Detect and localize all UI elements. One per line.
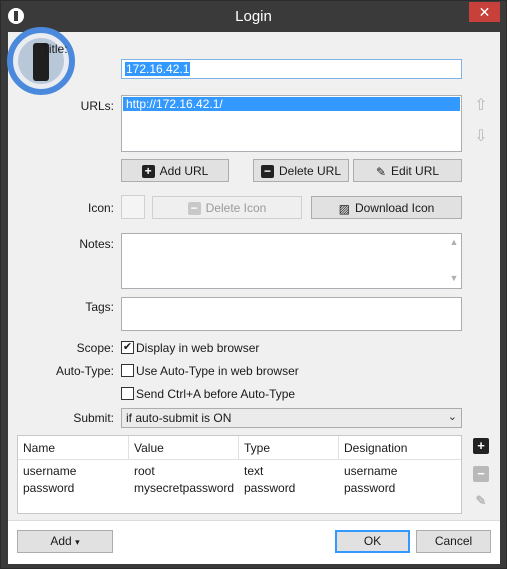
window-title: Login bbox=[235, 8, 272, 25]
autotype-label: Auto-Type: bbox=[55, 364, 114, 378]
notes-textarea[interactable]: ▲ ▼ bbox=[121, 233, 462, 289]
edit-url-button[interactable]: ✎ Edit URL bbox=[353, 159, 462, 182]
dialog-footer: Add ▾ OK Cancel bbox=[8, 520, 500, 564]
fields-table[interactable]: Name Value Type Designation username roo… bbox=[17, 435, 462, 514]
tags-label: Tags: bbox=[85, 300, 114, 314]
title-input-value: 172.16.42.1 bbox=[125, 62, 191, 76]
add-url-label: Add URL bbox=[159, 164, 209, 178]
scope-label: Scope: bbox=[76, 341, 114, 355]
pencil-icon: ✎ bbox=[375, 164, 387, 179]
table-cell[interactable]: text bbox=[239, 464, 263, 478]
remove-field-minus-icon[interactable]: − bbox=[473, 466, 489, 482]
column-header-designation[interactable]: Designation bbox=[339, 436, 461, 460]
icon-label: Icon: bbox=[87, 201, 114, 215]
urls-label: URLs: bbox=[80, 99, 114, 113]
url-list-item[interactable]: http://172.16.42.1/ bbox=[123, 97, 460, 111]
minus-icon: − bbox=[187, 202, 201, 216]
add-url-button[interactable]: + Add URL bbox=[121, 159, 229, 182]
login-dialog-window: Login ✕ Title: 172.16.42.1 URLs: http://… bbox=[0, 0, 507, 569]
table-cell[interactable]: root bbox=[129, 464, 155, 478]
caret-down-icon: ▾ bbox=[75, 537, 80, 547]
ctrl-a-option-label[interactable]: Send Ctrl+A before Auto-Type bbox=[136, 387, 295, 401]
urls-listbox[interactable]: http://172.16.42.1/ bbox=[121, 95, 462, 152]
table-cell[interactable]: password bbox=[18, 481, 74, 495]
minus-icon: − bbox=[260, 165, 274, 179]
column-header-value[interactable]: Value bbox=[129, 436, 239, 460]
download-icon-button[interactable]: ▨ Download Icon bbox=[311, 196, 462, 219]
submit-select[interactable]: if auto-submit is ON ⌄ bbox=[121, 408, 462, 428]
title-input[interactable]: 172.16.42.1 bbox=[121, 59, 462, 79]
delete-icon-label: Delete Icon bbox=[205, 201, 267, 215]
keyhole-logo-icon bbox=[7, 27, 75, 95]
notes-scrollbar[interactable]: ▲ ▼ bbox=[447, 234, 461, 288]
dialog-body: Title: 172.16.42.1 URLs: http://172.16.4… bbox=[7, 27, 500, 520]
table-cell[interactable]: username bbox=[18, 464, 76, 478]
add-button-label: Add bbox=[50, 534, 72, 548]
table-cell[interactable]: password bbox=[239, 481, 295, 495]
delete-icon-button[interactable]: − Delete Icon bbox=[152, 196, 302, 219]
column-header-name[interactable]: Name bbox=[18, 436, 129, 460]
table-cell[interactable]: password bbox=[339, 481, 395, 495]
autotype-checkbox[interactable] bbox=[121, 364, 134, 377]
ctrl-a-checkbox[interactable] bbox=[121, 387, 134, 400]
arrow-down-icon[interactable]: ⇩ bbox=[472, 126, 490, 148]
icon-preview bbox=[121, 195, 145, 219]
submit-label: Submit: bbox=[73, 411, 114, 425]
edit-field-pencil-icon[interactable]: ✎ bbox=[473, 493, 489, 509]
cancel-button[interactable]: Cancel bbox=[416, 530, 491, 553]
delete-url-button[interactable]: − Delete URL bbox=[253, 159, 349, 182]
arrow-up-icon[interactable]: ⇧ bbox=[472, 95, 490, 117]
chevron-down-icon: ⌄ bbox=[447, 411, 457, 423]
fields-table-header: Name Value Type Designation bbox=[18, 436, 461, 460]
ok-button[interactable]: OK bbox=[335, 530, 410, 553]
autotype-option-label[interactable]: Use Auto-Type in web browser bbox=[136, 364, 299, 378]
submit-select-value: if auto-submit is ON bbox=[126, 411, 232, 425]
close-button[interactable]: ✕ bbox=[469, 2, 500, 22]
notes-label: Notes: bbox=[79, 237, 114, 251]
add-dropdown-button[interactable]: Add ▾ bbox=[17, 530, 113, 553]
delete-url-label: Delete URL bbox=[278, 164, 342, 178]
scope-option-label[interactable]: Display in web browser bbox=[136, 341, 259, 355]
table-cell[interactable]: mysecretpassword bbox=[129, 481, 234, 495]
title-bar[interactable]: Login ✕ bbox=[1, 1, 506, 32]
tags-input[interactable] bbox=[121, 297, 462, 331]
plus-icon: + bbox=[141, 165, 155, 179]
edit-url-label: Edit URL bbox=[391, 164, 440, 178]
add-field-plus-icon[interactable]: + bbox=[473, 438, 489, 454]
table-cell[interactable]: username bbox=[339, 464, 397, 478]
column-header-type[interactable]: Type bbox=[239, 436, 339, 460]
scope-checkbox[interactable]: ✔ bbox=[121, 341, 134, 354]
download-icon-label: Download Icon bbox=[354, 201, 435, 215]
image-icon: ▨ bbox=[338, 201, 350, 216]
title-label: Title: bbox=[42, 42, 68, 56]
